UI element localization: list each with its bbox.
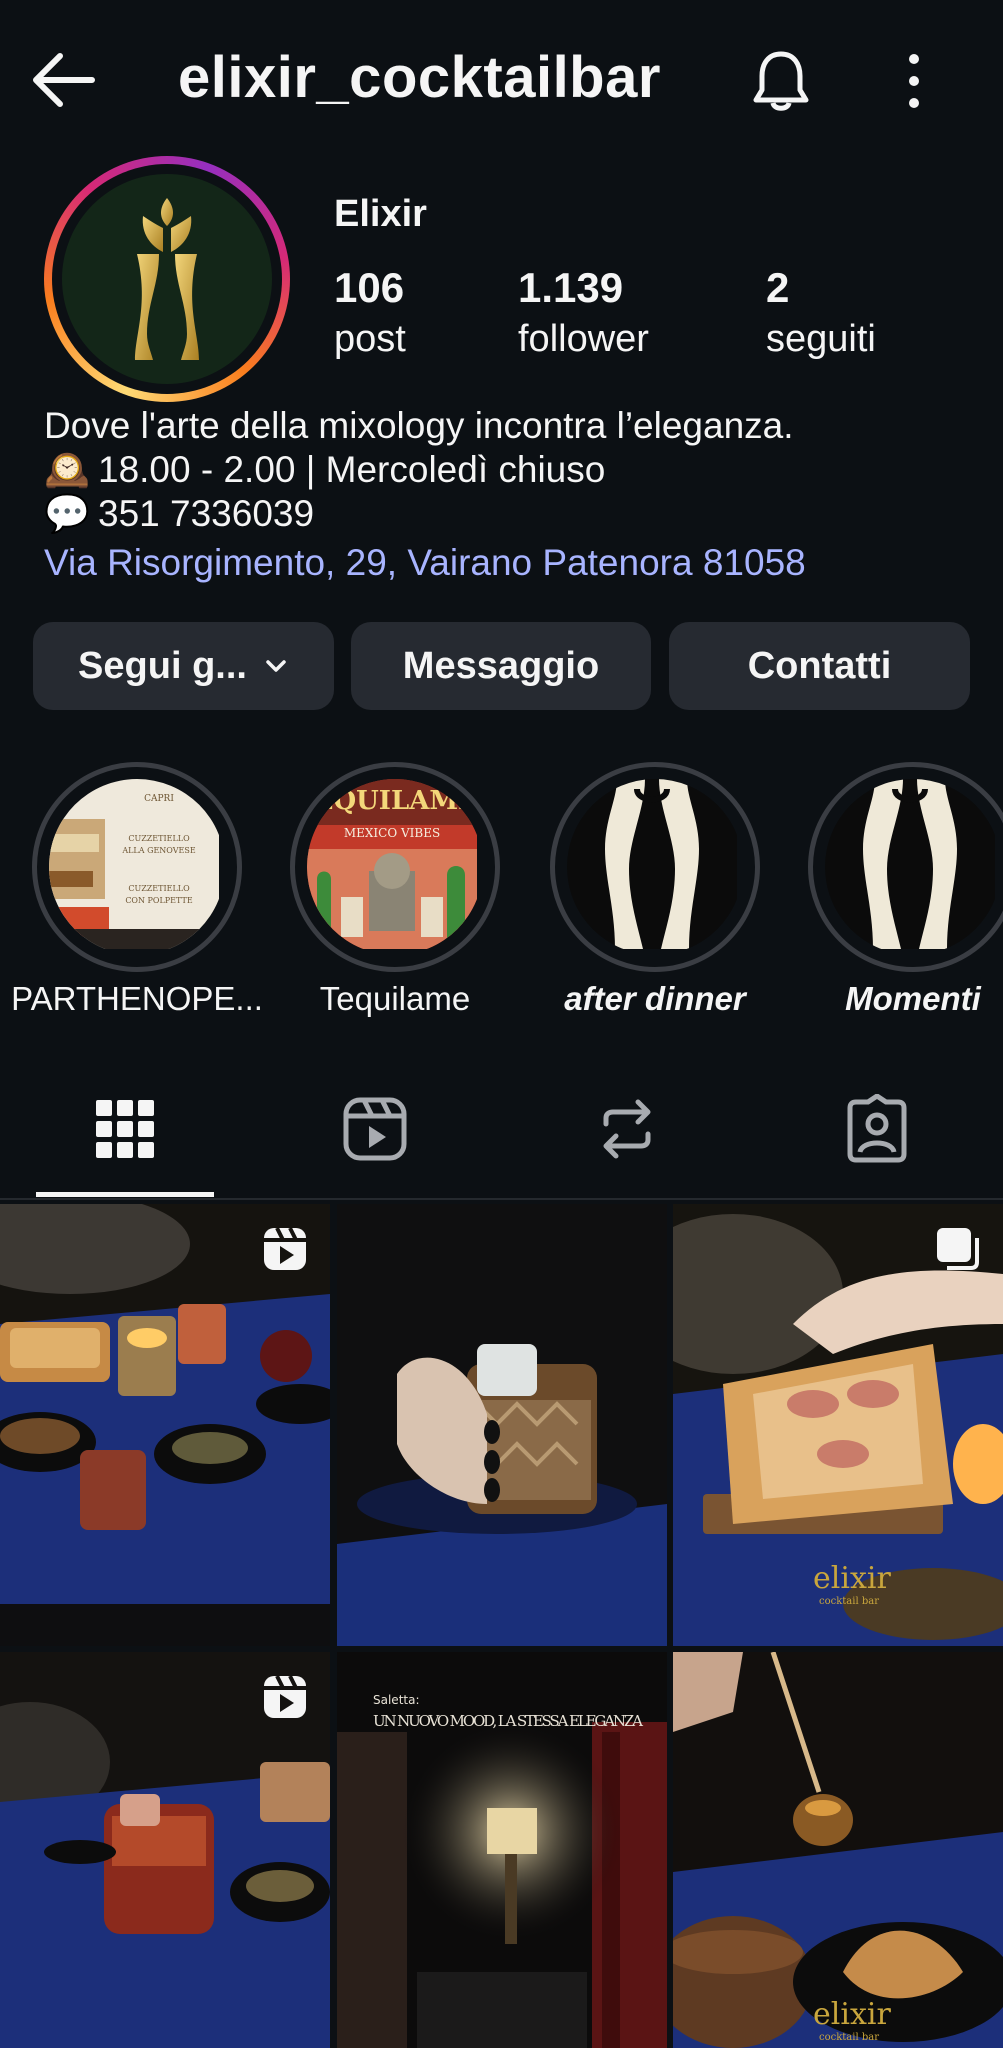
highlight-cover-menu: CAPRI CUZZETIELLO ALLA GENOVESE CUZZETIE…	[49, 779, 225, 955]
chevron-down-icon	[266, 660, 286, 672]
stat-posts-count: 106	[334, 264, 405, 311]
menu-item: CUZZETIELLO	[128, 884, 190, 893]
highlight-label: PARTHENOPE...	[11, 980, 263, 1017]
tab-posts-grid[interactable]	[90, 1094, 160, 1164]
speech-bubble-icon: 💬	[44, 493, 91, 534]
stat-following[interactable]: 2 seguiti	[766, 262, 876, 364]
elixir-logo-icon	[135, 198, 199, 360]
post-thumbnail[interactable]	[337, 1204, 667, 1646]
clock-icon: 🕰️	[44, 449, 91, 490]
profile-username: elixir_cocktailbar	[178, 45, 661, 110]
brand-watermark: elixir	[813, 1561, 891, 1596]
tagged-icon	[847, 1093, 907, 1163]
post-overlay-title: UN NUOVO MOOD, LA STESSA ELEGANZA	[373, 1712, 643, 1730]
highlight-momenti[interactable]: Momenti	[808, 762, 1003, 1032]
bio-phone: 💬 351 7336039	[44, 492, 314, 536]
stat-followers-label: follower	[518, 318, 649, 360]
follow-button-label: Segui g...	[78, 644, 247, 687]
contacts-button[interactable]: Contatti	[669, 622, 970, 710]
bio-hours-text: 18.00 - 2.00 | Mercoledì chiuso	[98, 449, 606, 490]
grid-icon	[96, 1100, 154, 1158]
carousel-badge-icon	[937, 1228, 979, 1270]
tab-divider	[0, 1198, 1003, 1200]
highlight-parthenope[interactable]: CAPRI CUZZETIELLO ALLA GENOVESE CUZZETIE…	[11, 762, 263, 1032]
highlight-cover-logo	[567, 779, 743, 955]
bio-phone-text: 351 7336039	[98, 493, 315, 534]
more-vertical-icon	[909, 54, 919, 108]
tequilame-subtitle: MEXICO VIBES	[344, 826, 440, 840]
highlight-cover-logo	[825, 779, 1001, 955]
back-button[interactable]	[28, 48, 100, 112]
reel-badge-icon	[264, 1675, 306, 1718]
post-overlay-small: Saletta:	[373, 1693, 420, 1707]
post-thumbnail[interactable]: Saletta: UN NUOVO MOOD, LA STESSA ELEGAN…	[337, 1652, 667, 2048]
follow-button[interactable]: Segui g...	[33, 622, 334, 710]
bio-tagline: Dove l'arte della mixology incontra l’el…	[44, 405, 794, 446]
menu-item: CAPRI	[144, 794, 174, 804]
highlight-label: after dinner	[564, 980, 746, 1017]
menu-item: CON POLPETTE	[125, 896, 193, 905]
reel-badge-icon	[264, 1227, 306, 1270]
highlight-label: Tequilame	[319, 980, 471, 1017]
post-thumbnail[interactable]	[0, 1652, 330, 2048]
bio-hours: 🕰️ 18.00 - 2.00 | Mercoledì chiuso	[44, 448, 605, 492]
post-thumbnail[interactable]	[0, 1204, 330, 1646]
back-arrow-icon	[33, 53, 95, 107]
brand-watermark-sub: cocktail bar	[819, 2032, 879, 2043]
bio-address-link[interactable]: Via Risorgimento, 29, Vairano Patenora 8…	[44, 541, 806, 585]
notifications-button[interactable]	[748, 48, 814, 114]
reels-icon	[343, 1097, 407, 1161]
stat-posts[interactable]: 106 post	[334, 262, 406, 364]
stat-posts-label: post	[334, 318, 406, 360]
tab-reels[interactable]	[340, 1094, 410, 1164]
highlight-cover-tequilame: EQUILAMI MEXICO VIBES	[307, 779, 483, 955]
post-thumbnail[interactable]: elixir cocktail bar	[673, 1204, 1003, 1646]
highlight-tequilame[interactable]: EQUILAMI MEXICO VIBES Tequilame	[290, 762, 500, 1032]
brand-watermark: elixir	[813, 1997, 891, 2032]
menu-item: ALLA GENOVESE	[121, 846, 195, 855]
stat-followers-count: 1.139	[518, 264, 624, 311]
brand-watermark-sub: cocktail bar	[819, 1596, 879, 1607]
post-thumbnail[interactable]: elixir cocktail bar	[673, 1652, 1003, 2048]
more-options-button[interactable]	[890, 50, 938, 112]
tequilame-title: EQUILAMI	[314, 786, 471, 816]
reposts-icon	[603, 1099, 651, 1159]
profile-avatar[interactable]	[44, 156, 290, 402]
tab-reposts[interactable]	[592, 1094, 662, 1164]
stat-following-label: seguiti	[766, 318, 876, 360]
active-tab-indicator	[36, 1192, 214, 1197]
message-button[interactable]: Messaggio	[351, 622, 651, 710]
stat-followers[interactable]: 1.139 follower	[518, 262, 649, 364]
menu-item: CUZZETIELLO	[128, 834, 190, 843]
stat-following-count: 2	[766, 264, 790, 311]
bell-icon	[753, 51, 809, 111]
highlight-after-dinner[interactable]: after dinner	[550, 762, 760, 1032]
highlight-label: Momenti	[845, 980, 981, 1017]
display-name: Elixir	[334, 193, 427, 235]
tab-tagged[interactable]	[842, 1093, 912, 1164]
